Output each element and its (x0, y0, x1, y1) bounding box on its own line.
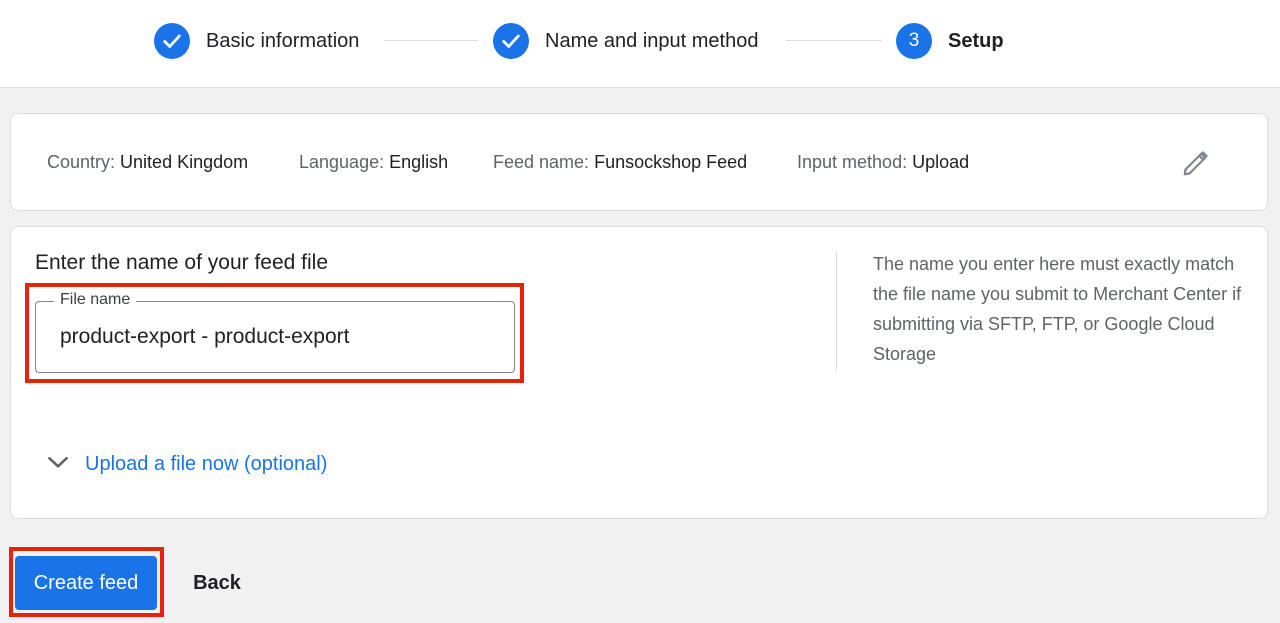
file-name-field[interactable]: File name (35, 291, 515, 373)
summary-value: Upload (912, 152, 970, 172)
step-name-and-input-method[interactable]: Name and input method (493, 22, 758, 60)
pencil-icon (1181, 148, 1211, 183)
upload-file-expander[interactable]: Upload a file now (optional) (45, 449, 327, 479)
feed-summary-card: Country: United Kingdom Language: Englis… (10, 113, 1268, 211)
chevron-down-icon (45, 449, 71, 480)
step-connector (786, 40, 882, 41)
step-setup: 3 Setup (896, 22, 1004, 60)
help-text: The name you enter here must exactly mat… (873, 254, 1242, 364)
file-name-label: File name (54, 291, 137, 309)
summary-value: United Kingdom (120, 152, 249, 172)
summary-country: Country: United Kingdom (47, 152, 248, 173)
summary-key: Country: (47, 152, 116, 172)
vertical-divider (836, 251, 837, 371)
summary-feed-name: Feed name: Funsockshop Feed (493, 152, 747, 173)
check-icon (493, 23, 529, 59)
summary-key: Feed name: (493, 152, 590, 172)
summary-language: Language: English (299, 152, 448, 173)
step-label: Basic information (206, 29, 360, 52)
summary-value: English (389, 152, 449, 172)
section-title: Enter the name of your feed file (35, 251, 329, 274)
summary-key: Language: (299, 152, 385, 172)
summary-key: Input method: (797, 152, 908, 172)
back-button[interactable]: Back (176, 556, 258, 610)
create-feed-button[interactable]: Create feed (15, 556, 157, 610)
edit-summary-button[interactable] (1177, 146, 1215, 184)
stepper: Basic information Name and input method … (0, 0, 1280, 88)
feed-file-card: Enter the name of your feed file File na… (10, 226, 1268, 519)
upload-file-link[interactable]: Upload a file now (optional) (85, 453, 327, 476)
summary-value: Funsockshop Feed (594, 152, 748, 172)
step-label: Name and input method (545, 29, 759, 52)
file-name-input[interactable] (60, 322, 490, 352)
summary-input-method: Input method: Upload (797, 152, 969, 173)
step-basic-information[interactable]: Basic information (154, 22, 359, 60)
step-label: Setup (948, 29, 1004, 52)
step-number: 3 (896, 23, 932, 59)
check-icon (154, 23, 190, 59)
step-connector (384, 40, 478, 41)
